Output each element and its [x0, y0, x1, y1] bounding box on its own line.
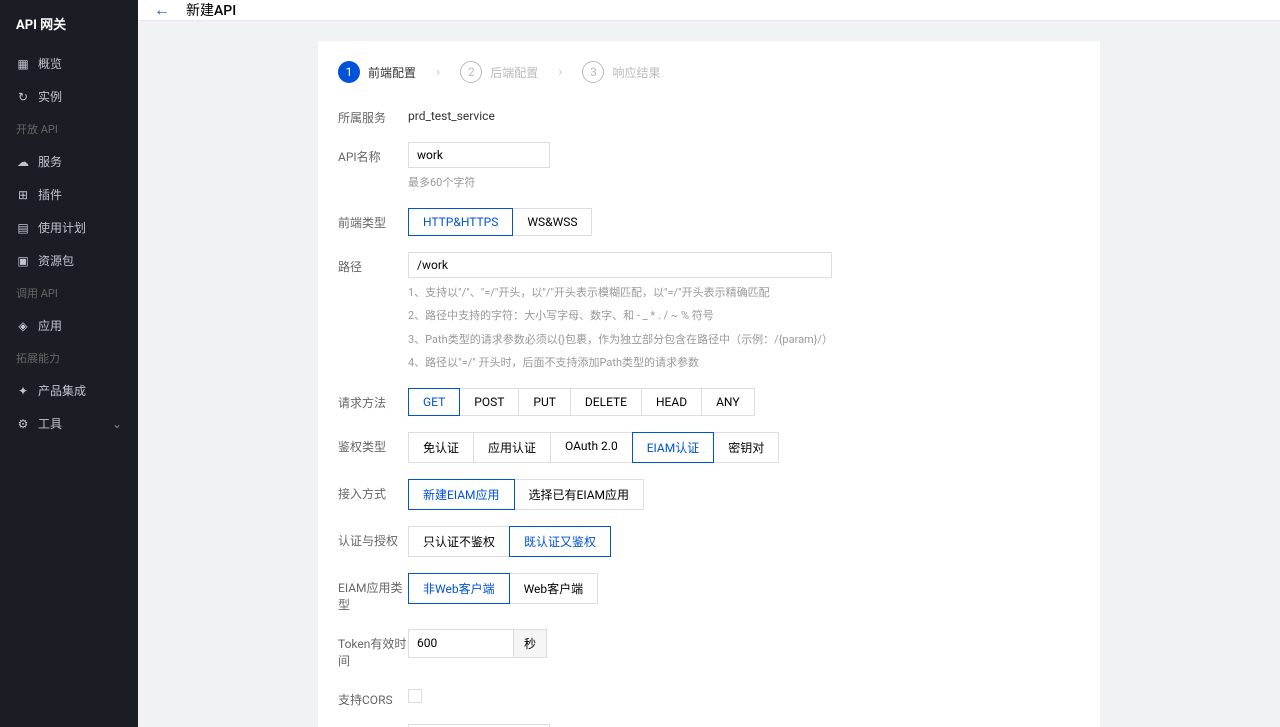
sidebar-item-label: 实例 [38, 88, 62, 105]
sidebar-item-plan[interactable]: ▤ 使用计划 [0, 211, 138, 244]
method-group: GET POST PUT DELETE HEAD ANY [408, 388, 1080, 416]
refresh-icon: ↻ [16, 90, 30, 104]
front-type-ws[interactable]: WS&WSS [512, 208, 592, 236]
step-1[interactable]: 1 前端配置 [338, 61, 416, 83]
page-title: 新建API [186, 0, 236, 20]
sidebar-item-product[interactable]: ✦ 产品集成 [0, 374, 138, 407]
auth-label: 鉴权类型 [338, 432, 408, 463]
grid-icon: ▦ [16, 57, 30, 71]
main: ← 新建API 1 前端配置 › 2 后端配置 › 3 响应结果 [138, 0, 1280, 727]
front-type-group: HTTP&HTTPS WS&WSS [408, 208, 1080, 236]
package-icon: ▣ [16, 254, 30, 268]
sidebar-category: 开放 API [0, 113, 138, 145]
api-name-label: API名称 [338, 142, 408, 192]
front-type-http[interactable]: HTTP&HTTPS [408, 208, 513, 236]
service-value: prd_test_service [408, 103, 1080, 126]
authz-only[interactable]: 只认证不鉴权 [408, 526, 510, 557]
method-head[interactable]: HEAD [641, 388, 702, 416]
cloud-icon: ☁ [16, 155, 30, 169]
auth-eiam[interactable]: EIAM认证 [632, 432, 715, 463]
auth-app[interactable]: 应用认证 [473, 432, 551, 463]
front-type-label: 前端类型 [338, 208, 408, 236]
auth-group: 免认证 应用认证 OAuth 2.0 EIAM认证 密钥对 [408, 432, 1080, 463]
eiam-type-group: 非Web客户端 Web客户端 [408, 573, 1080, 604]
token-label: Token有效时间 [338, 629, 408, 669]
sidebar-item-label: 服务 [38, 153, 62, 170]
token-unit: 秒 [514, 629, 547, 658]
path-hint-3: 3、Path类型的请求参数必须以{}包裹，作为独立部分包含在路径中（示例：/{p… [408, 331, 1080, 349]
sidebar-item-label: 资源包 [38, 252, 74, 269]
product-icon: ✦ [16, 384, 30, 398]
method-get[interactable]: GET [408, 388, 460, 416]
api-name-hint: 最多60个字符 [408, 174, 1080, 192]
tool-icon: ⚙ [16, 417, 30, 431]
path-hint-2: 2、路径中支持的字符：大小写字母、数字、和 - _ * . / ~ % 符号 [408, 307, 1080, 325]
sidebar-item-service[interactable]: ☁ 服务 [0, 145, 138, 178]
sidebar-title: API 网关 [0, 0, 138, 47]
sidebar-item-app[interactable]: ◈ 应用 [0, 309, 138, 342]
step-number: 2 [460, 61, 482, 83]
step-label: 后端配置 [490, 64, 538, 81]
chevron-right-icon: › [558, 64, 562, 80]
token-input[interactable] [408, 629, 514, 658]
access-group: 新建EIAM应用 选择已有EIAM应用 [408, 479, 1080, 510]
sidebar-item-label: 工具 [38, 415, 62, 432]
sidebar-item-label: 产品集成 [38, 382, 86, 399]
step-label: 响应结果 [612, 64, 660, 81]
auth-none[interactable]: 免认证 [408, 432, 474, 463]
auth-key[interactable]: 密钥对 [713, 432, 779, 463]
method-put[interactable]: PUT [518, 388, 571, 416]
step-2[interactable]: 2 后端配置 [460, 61, 538, 83]
sidebar-item-plugin[interactable]: ⊞ 插件 [0, 178, 138, 211]
form-card: 1 前端配置 › 2 后端配置 › 3 响应结果 所属服务 prd_test_s… [318, 41, 1100, 727]
chevron-right-icon: › [436, 64, 440, 80]
sidebar-item-package[interactable]: ▣ 资源包 [0, 244, 138, 277]
sidebar-item-label: 应用 [38, 317, 62, 334]
cors-checkbox[interactable] [408, 689, 422, 703]
step-label: 前端配置 [368, 64, 416, 81]
sidebar-item-instance[interactable]: ↻ 实例 [0, 80, 138, 113]
sidebar-category: 调用 API [0, 277, 138, 309]
steps: 1 前端配置 › 2 后端配置 › 3 响应结果 [338, 61, 1080, 83]
authz-group: 只认证不鉴权 既认证又鉴权 [408, 526, 1080, 557]
access-existing[interactable]: 选择已有EIAM应用 [514, 479, 645, 510]
plugin-icon: ⊞ [16, 188, 30, 202]
path-hint-4: 4、路径以"=/" 开头时，后面不支持添加Path类型的请求参数 [408, 354, 1080, 372]
chevron-down-icon: ⌄ [112, 417, 122, 431]
api-name-input[interactable] [408, 142, 550, 168]
step-number: 1 [338, 61, 360, 83]
method-any[interactable]: ANY [701, 388, 754, 416]
method-post[interactable]: POST [459, 388, 519, 416]
sidebar-item-tool[interactable]: ⚙ 工具 ⌄ [0, 407, 138, 440]
step-number: 3 [582, 61, 604, 83]
sidebar: API 网关 ▦ 概览 ↻ 实例 开放 API ☁ 服务 ⊞ 插件 ▤ 使用计划… [0, 0, 138, 727]
method-delete[interactable]: DELETE [570, 388, 642, 416]
authz-both[interactable]: 既认证又鉴权 [509, 526, 611, 557]
sidebar-item-label: 插件 [38, 186, 62, 203]
sidebar-category: 拓展能力 [0, 342, 138, 374]
content: 1 前端配置 › 2 后端配置 › 3 响应结果 所属服务 prd_test_s… [138, 21, 1280, 727]
path-hint-1: 1、支持以"/"、"=/"开头，以"/"开头表示模糊匹配，以"=/"开头表示精确… [408, 284, 1080, 302]
method-label: 请求方法 [338, 388, 408, 416]
sidebar-item-label: 使用计划 [38, 219, 86, 236]
sidebar-item-overview[interactable]: ▦ 概览 [0, 47, 138, 80]
eiam-type-label: EIAM应用类型 [338, 573, 408, 613]
app-icon: ◈ [16, 319, 30, 333]
cors-label: 支持CORS [338, 685, 408, 708]
eiam-web[interactable]: Web客户端 [509, 573, 599, 604]
path-input[interactable] [408, 252, 832, 278]
step-3[interactable]: 3 响应结果 [582, 61, 660, 83]
access-new[interactable]: 新建EIAM应用 [408, 479, 515, 510]
sidebar-item-label: 概览 [38, 55, 62, 72]
path-label: 路径 [338, 252, 408, 372]
topbar: ← 新建API [138, 0, 1280, 21]
plan-icon: ▤ [16, 221, 30, 235]
back-button[interactable]: ← [154, 0, 170, 20]
authz-label: 认证与授权 [338, 526, 408, 557]
auth-oauth[interactable]: OAuth 2.0 [550, 432, 633, 463]
service-label: 所属服务 [338, 103, 408, 126]
eiam-nonweb[interactable]: 非Web客户端 [408, 573, 510, 604]
access-label: 接入方式 [338, 479, 408, 510]
